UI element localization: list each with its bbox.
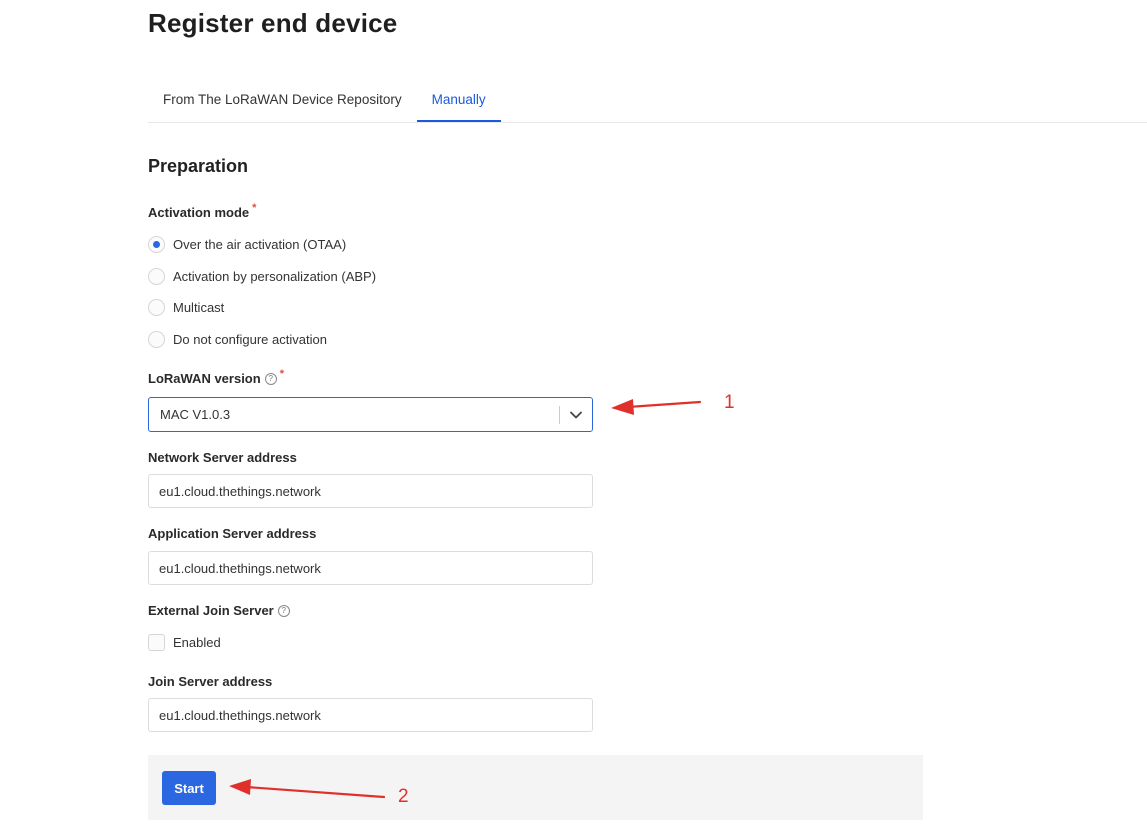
help-circle-icon[interactable]: ? (277, 604, 290, 617)
annotation-number-2: 2 (398, 786, 409, 807)
required-mark: * (252, 201, 257, 214)
enabled-checkbox-label: Enabled (173, 635, 221, 650)
join-server-label: Join Server address (148, 674, 273, 689)
radio-button[interactable] (148, 299, 165, 316)
lorawan-version-select[interactable]: MAC V1.0.3 (148, 397, 593, 432)
lorawan-version-label: LoRaWAN version ? * (148, 367, 284, 387)
activation-mode-label: Activation mode * (148, 201, 257, 221)
join-server-input[interactable] (148, 698, 593, 732)
application-server-input[interactable] (148, 551, 593, 585)
activation-mode-label-text: Activation mode (148, 205, 250, 220)
radio-label-no-activation: Do not configure activation (173, 332, 327, 347)
external-join-server-checkbox-row[interactable]: Enabled (148, 634, 221, 651)
radio-label-abp: Activation by personalization (ABP) (173, 269, 377, 284)
start-button[interactable]: Start (162, 771, 216, 805)
tab-bar: From The LoRaWAN Device Repository Manua… (148, 84, 1147, 123)
lorawan-version-value: MAC V1.0.3 (160, 407, 231, 422)
radio-button[interactable] (148, 268, 165, 285)
radio-otaa[interactable]: Over the air activation (OTAA) (148, 236, 346, 253)
radio-label-multicast: Multicast (173, 300, 225, 315)
radio-label-otaa: Over the air activation (OTAA) (173, 237, 347, 252)
external-join-server-label-text: External Join Server (148, 603, 274, 618)
radio-no-activation[interactable]: Do not configure activation (148, 331, 327, 348)
page-title: Register end device (148, 8, 398, 38)
tab-manually[interactable]: Manually (416, 84, 501, 122)
required-mark: * (279, 367, 284, 380)
radio-button-checked[interactable] (148, 236, 165, 253)
annotation-number-1: 1 (724, 392, 735, 413)
annotation-arrow-1 (611, 399, 702, 415)
external-join-server-label: External Join Server ? (148, 603, 290, 618)
application-server-label: Application Server address (148, 526, 317, 541)
network-server-label: Network Server address (148, 450, 297, 465)
form-footer (148, 755, 923, 820)
radio-abp[interactable]: Activation by personalization (ABP) (148, 268, 376, 285)
help-circle-icon[interactable]: ? (264, 372, 277, 385)
radio-button[interactable] (148, 331, 165, 348)
tab-device-repository[interactable]: From The LoRaWAN Device Repository (148, 84, 417, 122)
chevron-down-icon[interactable] (560, 411, 592, 419)
network-server-input[interactable] (148, 474, 593, 508)
lorawan-version-label-text: LoRaWAN version (148, 371, 261, 386)
enabled-checkbox[interactable] (148, 634, 165, 651)
radio-multicast[interactable]: Multicast (148, 299, 224, 316)
register-end-device-page: Register end device From The LoRaWAN Dev… (0, 0, 1147, 827)
section-title-preparation: Preparation (148, 156, 249, 176)
